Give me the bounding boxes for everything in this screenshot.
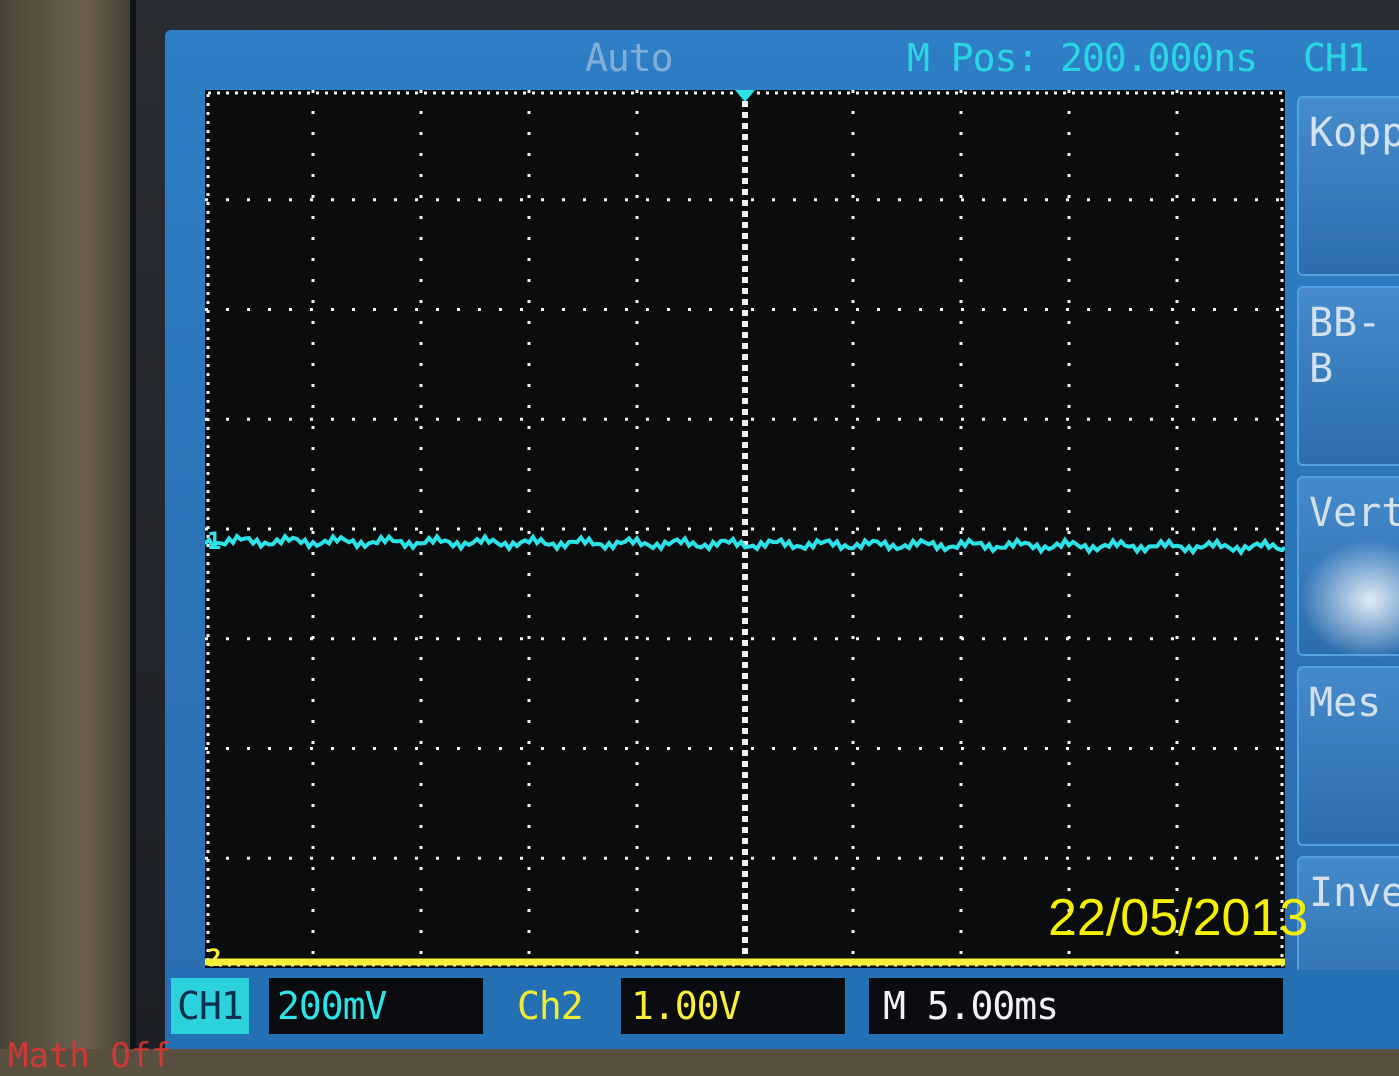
status-bar: Auto M Pos: 200.000ns CH1 (165, 30, 1399, 88)
menu-item-label: Mes (1309, 680, 1382, 726)
menu-item-label: Kopp (1309, 110, 1399, 156)
ch1-trace (205, 532, 1285, 557)
graticule-grid: 12 (205, 90, 1285, 968)
trigger-mode: Auto (585, 36, 674, 80)
ch2-ground-marker: 2 (207, 944, 221, 968)
ch2-scale: 1.00V (621, 978, 845, 1034)
menu-channel: CH1 (1303, 36, 1370, 80)
menu-item-coupling[interactable]: Kopp (1297, 96, 1399, 276)
math-status: Math Off (8, 1036, 172, 1076)
horizontal-position: M Pos: 200.000ns (907, 36, 1258, 80)
side-menu: Kopp BB-B Vert Mes Inve (1293, 90, 1399, 1036)
waveform-display: 12 (205, 90, 1285, 968)
menu-item-probe[interactable]: Mes (1297, 666, 1399, 846)
menu-item-label: Vert (1309, 490, 1399, 536)
menu-item-label: Inve (1309, 870, 1399, 916)
menu-item-label: BB-B (1309, 300, 1382, 392)
channel-status-bar: CH1 200mV Ch2 1.00V M 5.00ms (165, 970, 1399, 1049)
screen-glare (1300, 540, 1399, 660)
menu-item-bandwidth[interactable]: BB-B (1297, 286, 1399, 466)
ch1-scale: 200mV (269, 978, 483, 1034)
timebase: M 5.00ms (869, 978, 1283, 1034)
trigger-position-marker (735, 90, 755, 102)
ch1-label: CH1 (171, 978, 249, 1034)
ch2-label: Ch2 (517, 984, 584, 1028)
photo-date-stamp: 22/05/2013 (1048, 889, 1309, 947)
ch1-ground-marker: 1 (207, 527, 221, 555)
